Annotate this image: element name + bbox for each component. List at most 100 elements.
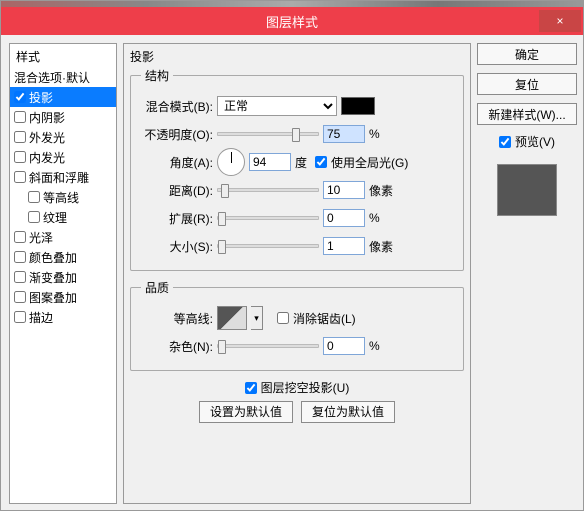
- style-item-label: 外发光: [29, 129, 65, 146]
- noise-slider[interactable]: [217, 344, 319, 348]
- structure-group: 结构 混合模式(B): 正常 不透明度(O): % 角度(A): 度: [130, 67, 464, 271]
- style-item-label: 纹理: [43, 209, 67, 226]
- knockout-checkbox[interactable]: [245, 382, 257, 394]
- layer-style-dialog: 图层样式 × 样式 混合选项·默认投影内阴影外发光内发光斜面和浮雕等高线纹理光泽…: [0, 0, 584, 511]
- style-item-7[interactable]: 纹理: [10, 207, 116, 227]
- blend-mode-row: 混合模式(B): 正常: [141, 92, 453, 120]
- global-light-checkbox[interactable]: [315, 156, 327, 168]
- antialias-checkbox[interactable]: [277, 312, 289, 324]
- structure-legend: 结构: [141, 67, 173, 84]
- spread-row: 扩展(R): %: [141, 204, 453, 232]
- style-item-9[interactable]: 颜色叠加: [10, 247, 116, 267]
- cancel-button[interactable]: 复位: [477, 73, 577, 95]
- style-item-11[interactable]: 图案叠加: [10, 287, 116, 307]
- style-item-label: 描边: [29, 309, 53, 326]
- side-panel: 确定 复位 新建样式(W)... 预览(V): [477, 43, 577, 504]
- style-item-1[interactable]: 投影: [10, 87, 116, 107]
- styles-list-panel: 样式 混合选项·默认投影内阴影外发光内发光斜面和浮雕等高线纹理光泽颜色叠加渐变叠…: [9, 43, 117, 504]
- style-checkbox[interactable]: [14, 311, 26, 323]
- angle-input[interactable]: [249, 153, 291, 171]
- spread-label: 扩展(R):: [141, 210, 213, 227]
- style-checkbox[interactable]: [28, 191, 40, 203]
- style-item-3[interactable]: 外发光: [10, 127, 116, 147]
- style-item-label: 图案叠加: [29, 289, 77, 306]
- style-checkbox[interactable]: [14, 171, 26, 183]
- opacity-input[interactable]: [323, 125, 365, 143]
- style-checkbox[interactable]: [14, 111, 26, 123]
- global-light-label: 使用全局光(G): [331, 154, 408, 171]
- opacity-slider[interactable]: [217, 132, 319, 136]
- style-item-10[interactable]: 渐变叠加: [10, 267, 116, 287]
- spread-input[interactable]: [323, 209, 365, 227]
- angle-label: 角度(A):: [141, 154, 213, 171]
- contour-picker[interactable]: [217, 306, 247, 330]
- style-checkbox[interactable]: [14, 271, 26, 283]
- preview-thumbnail: [497, 164, 557, 216]
- style-checkbox[interactable]: [14, 231, 26, 243]
- style-checkbox[interactable]: [14, 291, 26, 303]
- style-item-label: 光泽: [29, 229, 53, 246]
- reset-default-button[interactable]: 复位为默认值: [301, 401, 395, 423]
- style-item-12[interactable]: 描边: [10, 307, 116, 327]
- noise-label: 杂色(N):: [141, 338, 213, 355]
- style-item-2[interactable]: 内阴影: [10, 107, 116, 127]
- style-item-label: 斜面和浮雕: [29, 169, 89, 186]
- knockout-label: 图层挖空投影(U): [261, 379, 350, 396]
- titlebar: 图层样式 ×: [1, 7, 583, 35]
- defaults-buttons: 设置为默认值 复位为默认值: [130, 401, 464, 423]
- shadow-color-swatch[interactable]: [341, 97, 375, 115]
- noise-input[interactable]: [323, 337, 365, 355]
- quality-legend: 品质: [141, 279, 173, 296]
- contour-dropdown-icon[interactable]: ▾: [251, 306, 263, 330]
- styles-list: 混合选项·默认投影内阴影外发光内发光斜面和浮雕等高线纹理光泽颜色叠加渐变叠加图案…: [10, 67, 116, 327]
- close-button[interactable]: ×: [539, 10, 581, 32]
- style-item-6[interactable]: 等高线: [10, 187, 116, 207]
- blend-mode-select[interactable]: 正常: [217, 96, 337, 116]
- contour-row: 等高线: ▾ 消除锯齿(L): [141, 304, 453, 332]
- style-item-4[interactable]: 内发光: [10, 147, 116, 167]
- style-checkbox[interactable]: [14, 151, 26, 163]
- ok-button[interactable]: 确定: [477, 43, 577, 65]
- new-style-button[interactable]: 新建样式(W)...: [477, 103, 577, 125]
- preview-option[interactable]: 预览(V): [477, 133, 577, 150]
- opacity-row: 不透明度(O): %: [141, 120, 453, 148]
- style-checkbox[interactable]: [14, 91, 26, 103]
- style-item-label: 内发光: [29, 149, 65, 166]
- style-item-0[interactable]: 混合选项·默认: [10, 67, 116, 87]
- style-item-label: 渐变叠加: [29, 269, 77, 286]
- antialias-label: 消除锯齿(L): [293, 310, 356, 327]
- size-row: 大小(S): 像素: [141, 232, 453, 260]
- antialias-option[interactable]: 消除锯齿(L): [277, 310, 356, 327]
- blend-mode-label: 混合模式(B):: [141, 98, 213, 115]
- dialog-body: 样式 混合选项·默认投影内阴影外发光内发光斜面和浮雕等高线纹理光泽颜色叠加渐变叠…: [1, 35, 583, 510]
- angle-dial[interactable]: [217, 148, 245, 176]
- noise-unit: %: [369, 339, 395, 353]
- style-item-label: 颜色叠加: [29, 249, 77, 266]
- opacity-label: 不透明度(O):: [141, 126, 213, 143]
- knockout-row: 图层挖空投影(U): [130, 379, 464, 397]
- distance-unit: 像素: [369, 182, 395, 199]
- window-title: 图层样式: [266, 12, 318, 31]
- spread-slider[interactable]: [217, 216, 319, 220]
- noise-row: 杂色(N): %: [141, 332, 453, 360]
- style-item-5[interactable]: 斜面和浮雕: [10, 167, 116, 187]
- distance-input[interactable]: [323, 181, 365, 199]
- style-item-label: 混合选项·默认: [14, 69, 90, 86]
- quality-group: 品质 等高线: ▾ 消除锯齿(L) 杂色(N): %: [130, 279, 464, 371]
- contour-label: 等高线:: [141, 310, 213, 327]
- knockout-option[interactable]: 图层挖空投影(U): [245, 379, 350, 396]
- style-checkbox[interactable]: [14, 131, 26, 143]
- global-light-option[interactable]: 使用全局光(G): [315, 154, 408, 171]
- styles-header: 样式: [10, 44, 116, 67]
- style-item-8[interactable]: 光泽: [10, 227, 116, 247]
- distance-slider[interactable]: [217, 188, 319, 192]
- angle-unit: 度: [295, 154, 307, 171]
- style-checkbox[interactable]: [14, 251, 26, 263]
- size-input[interactable]: [323, 237, 365, 255]
- size-slider[interactable]: [217, 244, 319, 248]
- style-checkbox[interactable]: [28, 211, 40, 223]
- style-item-label: 投影: [29, 89, 53, 106]
- preview-checkbox[interactable]: [499, 136, 511, 148]
- preview-label: 预览(V): [515, 133, 555, 150]
- set-default-button[interactable]: 设置为默认值: [199, 401, 293, 423]
